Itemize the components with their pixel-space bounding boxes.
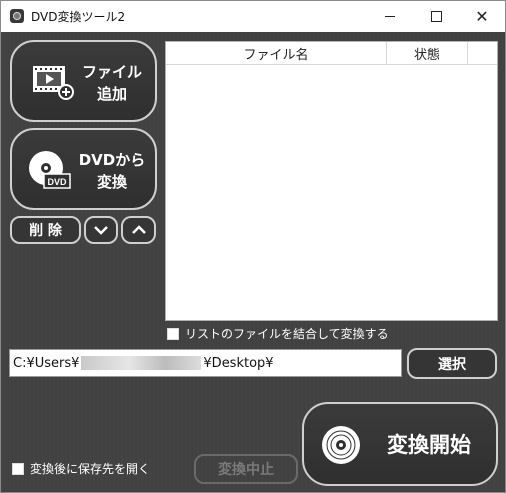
select-label: 選択	[438, 356, 466, 373]
delete-label: 削 除	[29, 223, 62, 239]
delete-button[interactable]: 削 除	[10, 216, 81, 244]
start-label: 変換開始	[387, 433, 471, 457]
stop-conversion-button: 変換中止	[194, 454, 298, 484]
file-list[interactable]: ファイル名 状態	[165, 41, 498, 321]
app-icon	[10, 9, 24, 23]
chevron-down-icon	[94, 226, 108, 235]
add-file-button[interactable]: ファイル 追加	[10, 40, 157, 122]
merge-label: リストのファイルを結合して変換する	[185, 327, 389, 341]
stop-label: 変換中止	[218, 462, 274, 478]
output-path-field[interactable]: C:¥Users¥ ¥Desktop¥	[9, 349, 402, 377]
move-down-button[interactable]	[84, 216, 118, 244]
redacted-username	[81, 356, 202, 370]
maximize-button[interactable]	[413, 1, 459, 32]
file-list-header: ファイル名 状態	[166, 42, 497, 65]
close-icon: ✕	[475, 6, 489, 26]
column-header-filename[interactable]: ファイル名	[166, 42, 387, 64]
from-dvd-button[interactable]: DVD DVDから 変換	[10, 128, 157, 210]
merge-option[interactable]: リストのファイルを結合して変換する	[167, 325, 389, 342]
window-title: DVD変換ツール2	[31, 10, 126, 24]
app-window: DVD変換ツール2 ✕ ファイル 追加 DVD DVDから 変換 削 除 ファイ…	[0, 0, 506, 493]
title-bar: DVD変換ツール2 ✕	[1, 1, 505, 32]
open-after-checkbox[interactable]	[12, 462, 24, 475]
open-after-label: 変換後に保存先を開く	[30, 462, 151, 476]
from-dvd-label-2: 変換	[96, 173, 127, 191]
select-folder-button[interactable]: 選択	[407, 348, 497, 379]
close-button[interactable]: ✕	[459, 1, 505, 32]
from-dvd-label-1: DVDから	[78, 151, 146, 169]
maximize-icon	[430, 11, 442, 22]
merge-checkbox[interactable]	[167, 327, 179, 340]
main-panel: ファイル 追加 DVD DVDから 変換 削 除 ファイル名 状態 リストのファ…	[1, 32, 505, 492]
chevron-up-icon	[131, 225, 146, 234]
output-path-prefix: C:¥Users¥	[13, 355, 80, 371]
add-file-label-2: 追加	[96, 85, 127, 103]
add-file-label-1: ファイル	[81, 63, 142, 81]
dvd-badge-text: DVD	[47, 177, 67, 187]
output-path-suffix: ¥Desktop¥	[203, 355, 274, 371]
film-plus-icon	[33, 66, 74, 100]
move-up-button[interactable]	[121, 216, 156, 244]
disc-icon	[322, 426, 360, 464]
disc-icon: DVD	[29, 151, 71, 189]
start-conversion-button[interactable]: 変換開始	[302, 402, 498, 486]
minimize-icon	[385, 16, 395, 17]
open-after-option[interactable]: 変換後に保存先を開く	[12, 460, 150, 477]
column-header-status[interactable]: 状態	[387, 42, 468, 64]
minimize-button[interactable]	[367, 1, 413, 32]
